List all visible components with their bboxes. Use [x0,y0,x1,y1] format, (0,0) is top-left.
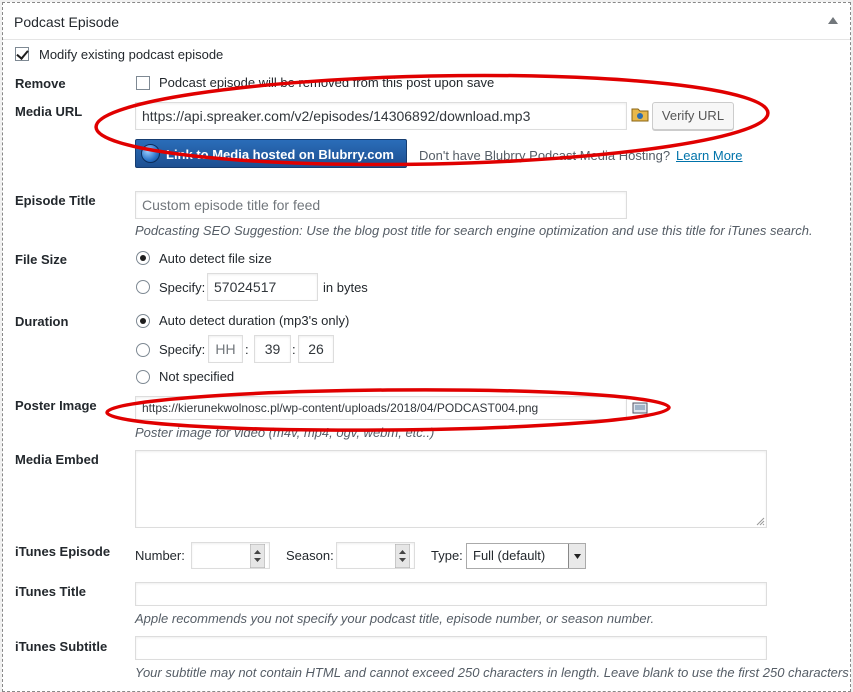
itunes-title-help: Apple recommends you not specify your po… [135,611,655,626]
panel-title: Podcast Episode [14,14,120,30]
itunes-title-label: iTunes Title [15,584,87,599]
duration-label: Duration [15,314,69,329]
episode-type-select[interactable]: Full (default) [466,543,586,569]
remove-label: Remove [15,76,66,91]
duration-seconds-input[interactable]: 26 [298,335,334,363]
file-size-auto-radio[interactable] [136,251,150,265]
season-label: Season: [286,548,334,563]
modify-episode-label: Modify existing podcast episode [39,47,224,62]
chevron-down-icon[interactable] [568,544,585,568]
itunes-subtitle-input[interactable] [135,636,767,660]
duration-hours-input[interactable]: HH [208,335,243,363]
duration-auto-label: Auto detect duration (mp3's only) [159,313,350,328]
duration-not-specified-radio[interactable] [136,370,150,384]
poster-image-label: Poster Image [15,398,97,413]
episode-title-input[interactable]: Custom episode title for feed [135,191,627,219]
file-size-specify-label: Specify: [159,280,206,295]
duration-specify-radio[interactable] [136,343,150,357]
itunes-subtitle-label: iTunes Subtitle [15,639,108,654]
episode-number-label: Number: [135,548,185,563]
media-embed-label: Media Embed [15,452,99,467]
resize-handle-icon[interactable] [756,517,765,526]
panel-header[interactable]: Podcast Episode [3,3,850,40]
file-size-input[interactable]: 57024517 [207,273,318,301]
file-size-specify-radio[interactable] [136,280,150,294]
red-annotation-ellipse-media-url [94,73,770,167]
number-spinner-icon[interactable] [250,544,265,568]
file-size-unit: in bytes [323,280,368,295]
season-spinner-icon[interactable] [395,544,410,568]
modify-episode-checkbox[interactable] [15,47,29,61]
episode-title-label: Episode Title [15,193,96,208]
episode-title-help: Podcasting SEO Suggestion: Use the blog … [135,223,813,238]
duration-minutes-input[interactable]: 39 [254,335,291,363]
media-url-label: Media URL [15,104,83,119]
itunes-title-input[interactable] [135,582,767,606]
episode-type-value: Full (default) [473,548,546,563]
file-size-auto-label: Auto detect file size [159,251,272,266]
duration-auto-radio[interactable] [136,314,150,328]
type-label: Type: [431,548,463,563]
duration-specify-label: Specify: [159,342,206,357]
duration-not-specified-label: Not specified [159,369,235,384]
duration-separator: : [292,342,296,357]
red-annotation-ellipse-poster-image [105,388,671,432]
collapse-arrow-icon[interactable] [828,16,838,24]
itunes-subtitle-help: Your subtitle may not contain HTML and c… [135,665,849,680]
media-embed-textarea[interactable] [135,450,767,528]
itunes-episode-label: iTunes Episode [15,544,111,559]
duration-separator: : [245,342,249,357]
file-size-label: File Size [15,252,68,267]
